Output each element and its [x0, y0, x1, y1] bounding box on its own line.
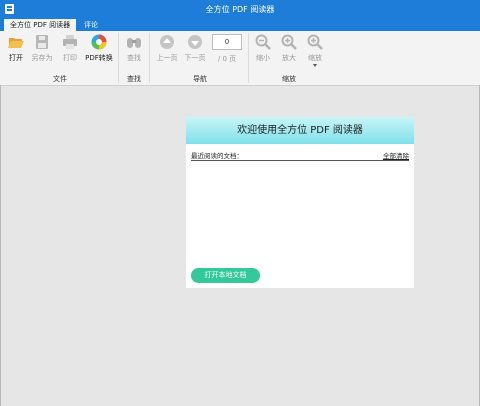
find-button[interactable]: 查找: [119, 34, 149, 63]
prev-page-label: 上一页: [156, 54, 178, 62]
title-bar: 全方位 PDF 阅读器: [0, 0, 480, 19]
color-wheel-icon: [91, 34, 107, 50]
zoom-dropdown-button[interactable]: 缩放: [300, 34, 330, 67]
printer-icon: [62, 34, 78, 50]
magnifier-icon: [307, 34, 323, 50]
zoom-in-icon: [281, 34, 297, 50]
page-total: / 0 页: [217, 55, 237, 63]
print-button[interactable]: 打印: [55, 34, 85, 63]
pdf-convert-button[interactable]: PDF转换: [84, 34, 114, 63]
group-label-zoom: 缩放: [282, 75, 296, 83]
pdf-convert-label: PDF转换: [85, 54, 113, 62]
page-number-input[interactable]: 0: [212, 34, 242, 50]
save-icon: [34, 34, 50, 50]
ribbon-toolbar: 打开 另存为 打印 PDF转换 文件 查找 查找 上一页 下一页 0 / 0 页…: [0, 31, 480, 86]
print-label: 打印: [63, 54, 77, 62]
next-page-label: 下一页: [184, 54, 206, 62]
welcome-header: 欢迎使用全方位 PDF 阅读器: [186, 117, 414, 144]
window-border-left: [0, 85, 1, 406]
group-label-find: 查找: [127, 75, 141, 83]
recent-documents-row: 最近阅读的文档： 全部清除: [191, 150, 409, 161]
arrow-down-icon: [187, 34, 203, 50]
tab-comment[interactable]: 评论: [78, 19, 104, 31]
folder-open-icon: [8, 34, 24, 50]
prev-page-button[interactable]: 上一页: [152, 34, 182, 63]
find-label: 查找: [127, 54, 141, 62]
save-as-label: 另存为: [31, 54, 53, 62]
tab-reader[interactable]: 全方位 PDF 阅读器: [4, 19, 77, 31]
zoom-label: 缩放: [308, 54, 322, 62]
chevron-down-icon: [313, 64, 317, 67]
save-as-button[interactable]: 另存为: [27, 34, 57, 63]
group-label-navigate: 导航: [193, 75, 207, 83]
window-title: 全方位 PDF 阅读器: [205, 5, 275, 14]
arrow-up-icon: [159, 34, 175, 50]
zoom-out-icon: [255, 34, 271, 50]
group-label-file: 文件: [53, 75, 67, 83]
open-local-document-button[interactable]: 打开本地文档: [191, 268, 260, 283]
binoculars-icon: [126, 34, 142, 50]
welcome-panel: 欢迎使用全方位 PDF 阅读器 最近阅读的文档： 全部清除 打开本地文档: [186, 117, 414, 288]
next-page-button[interactable]: 下一页: [180, 34, 210, 63]
ribbon-tab-bar: 全方位 PDF 阅读器 评论: [0, 19, 480, 31]
group-divider: [149, 33, 150, 83]
recent-documents-label: 最近阅读的文档：: [191, 152, 243, 160]
clear-all-link[interactable]: 全部清除: [383, 150, 409, 160]
